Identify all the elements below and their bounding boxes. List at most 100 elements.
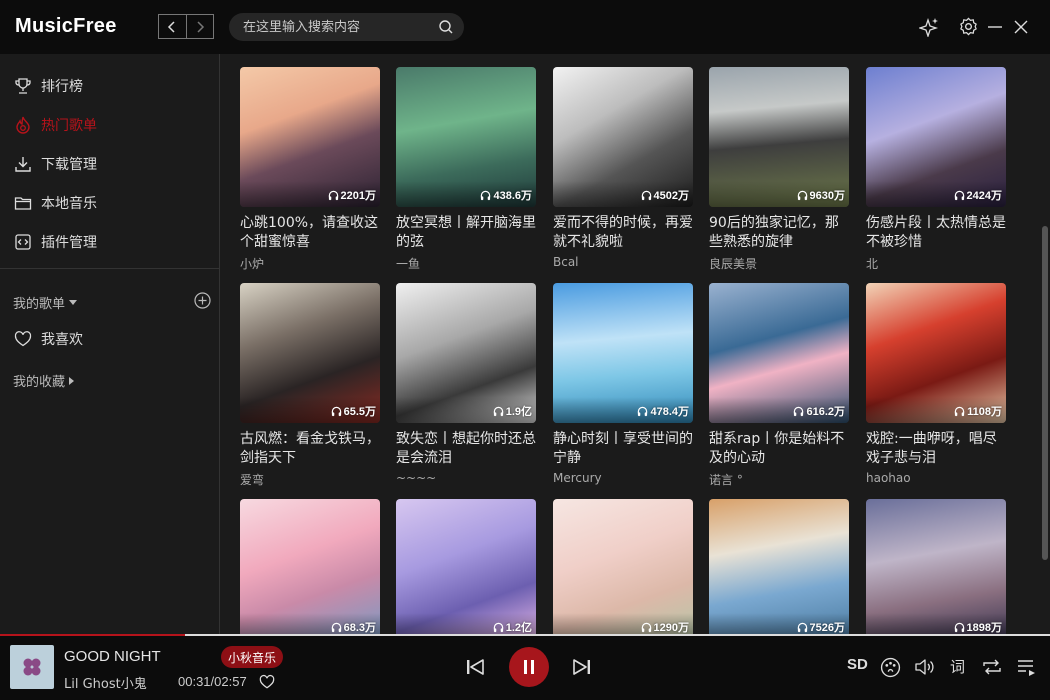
playlist-cover[interactable]: 2201万 — [240, 67, 380, 207]
gear-icon[interactable] — [959, 17, 978, 36]
play-count-value: 1108万 — [967, 406, 1002, 418]
close-icon[interactable] — [1013, 17, 1029, 37]
play-count: 9630万 — [797, 187, 845, 203]
playlist-title[interactable]: 古风燃：看金戈铁马，剑指天下 — [240, 430, 380, 468]
playlist-cover[interactable]: 616.2万 — [709, 283, 849, 423]
playlist-cover[interactable]: 65.5万 — [240, 283, 380, 423]
sidebar: 排行榜 热门歌单 下载管理 本地音乐 插件管理 我的歌单 我喜欢 我的收藏 — [0, 54, 220, 634]
playlist-card[interactable]: 4502万爱而不得的时候，再爱就不礼貌啦 Bcal — [553, 67, 693, 269]
headphones-icon — [641, 622, 651, 632]
playlist-cover[interactable]: 7526万 — [709, 499, 849, 634]
playlist-author[interactable]: haohao — [866, 471, 1006, 485]
previous-icon[interactable] — [466, 659, 484, 675]
playlist-card[interactable]: 1.2亿 — [396, 499, 536, 634]
sparkle-icon[interactable] — [919, 17, 939, 37]
playlist-card[interactable]: 478.4万静心时刻丨享受世间的宁静 Mercury — [553, 283, 693, 485]
playlist-card[interactable]: 616.2万甜系rap丨你是始料不及的心动诺言 ° — [709, 283, 849, 488]
playlist-card[interactable]: 9630万 90后的独家记忆，那些熟悉的旋律良辰美景 — [709, 67, 849, 272]
playlist-card[interactable]: 2201万心跳100%，请查收这个甜蜜惊喜小炉 — [240, 67, 380, 272]
playlist-title[interactable]: 甜系rap丨你是始料不及的心动 — [709, 430, 849, 468]
playlist-cover[interactable]: 1290万 — [553, 499, 693, 634]
album-cover[interactable] — [10, 645, 54, 689]
sidebar-item-charts[interactable]: 排行榜 — [0, 67, 219, 105]
sound-effect-icon[interactable] — [880, 657, 901, 678]
playlist-cover[interactable]: 478.4万 — [553, 283, 693, 423]
add-playlist-icon[interactable] — [194, 292, 211, 309]
search-input[interactable] — [243, 18, 433, 36]
sidebar-item-downloads[interactable]: 下载管理 — [0, 145, 219, 183]
playlist-card[interactable]: 1290万 — [553, 499, 693, 634]
my-playlists-toggle[interactable]: 我的歌单 — [13, 293, 78, 312]
lyric-button[interactable]: 词 — [950, 656, 965, 677]
minimize-icon[interactable] — [987, 17, 1003, 37]
playlist-cover[interactable]: 1108万 — [866, 283, 1006, 423]
play-count: 65.5万 — [331, 403, 376, 419]
playlist-author[interactable]: 爱弯 — [240, 471, 380, 488]
quality-button[interactable]: SD — [847, 656, 868, 673]
playlist-card[interactable]: 1898万 — [866, 499, 1006, 634]
headphones-icon — [493, 622, 503, 632]
playlist-title[interactable]: 静心时刻丨享受世间的宁静 — [553, 430, 693, 468]
playlist-title[interactable]: 90后的独家记忆，那些熟悉的旋律 — [709, 214, 849, 252]
playlist-cover[interactable]: 4502万 — [553, 67, 693, 207]
title-bar: MusicFree — [0, 0, 1050, 54]
like-icon[interactable] — [259, 674, 275, 690]
playlist-card[interactable]: 7526万 — [709, 499, 849, 634]
playlist-cover[interactable]: 9630万 — [709, 67, 849, 207]
playlist-title[interactable]: 心跳100%，请查收这个甜蜜惊喜 — [240, 214, 380, 252]
playlist-author[interactable]: ~~~~ — [396, 471, 536, 485]
sidebar-item-favorites[interactable]: 我喜欢 — [0, 320, 219, 358]
download-icon — [13, 154, 33, 174]
player-bar: GOOD NIGHT Lil Ghost小鬼 小秋音乐 00:31/02:57 … — [0, 634, 1050, 700]
pause-button[interactable] — [509, 647, 549, 687]
sidebar-item-local-music[interactable]: 本地音乐 — [0, 184, 219, 222]
back-button[interactable] — [159, 15, 186, 38]
playlist-card[interactable]: 1108万戏腔:一曲咿呀，唱尽戏子悲与泪 haohao — [866, 283, 1006, 485]
playlist-author[interactable]: 诺言 ° — [709, 471, 849, 488]
playlist-author[interactable]: Mercury — [553, 471, 693, 485]
playlist-author[interactable]: 良辰美景 — [709, 255, 849, 272]
playlist-card[interactable]: 68.3万 — [240, 499, 380, 634]
sidebar-item-hot-playlists[interactable]: 热门歌单 — [0, 106, 219, 144]
playlist-title[interactable]: 致失恋丨想起你时还总是会流泪 — [396, 430, 536, 468]
playlist-cover[interactable]: 1.2亿 — [396, 499, 536, 634]
song-title[interactable]: GOOD NIGHT — [64, 648, 161, 665]
playlist-cover[interactable]: 68.3万 — [240, 499, 380, 634]
next-icon[interactable] — [573, 659, 591, 675]
playlist-title[interactable]: 伤感片段丨太热情总是不被珍惜 — [866, 214, 1006, 252]
playlist-cover[interactable]: 1.9亿 — [396, 283, 536, 423]
playlist-icon[interactable] — [1017, 658, 1036, 676]
playlist-author[interactable]: 北 — [866, 255, 1006, 272]
my-collections-toggle[interactable]: 我的收藏 — [13, 371, 75, 390]
playlist-cover[interactable]: 2424万 — [866, 67, 1006, 207]
playlist-card[interactable]: 2424万伤感片段丨太热情总是不被珍惜北 — [866, 67, 1006, 272]
progress-bar[interactable] — [0, 634, 1050, 636]
playlist-author[interactable]: 小炉 — [240, 255, 380, 272]
sidebar-item-label: 排行榜 — [41, 79, 83, 95]
playlist-cover[interactable]: 1898万 — [866, 499, 1006, 634]
play-count-value: 1.9亿 — [505, 406, 532, 418]
playlist-title[interactable]: 戏腔:一曲咿呀，唱尽戏子悲与泪 — [866, 430, 1006, 468]
playlist-author[interactable]: 一鱼 — [396, 255, 536, 272]
history-nav — [158, 14, 214, 39]
sidebar-item-plugins[interactable]: 插件管理 — [0, 223, 219, 261]
progress-fill — [0, 634, 185, 636]
play-count: 4502万 — [641, 187, 689, 203]
playlist-cover[interactable]: 438.6万 — [396, 67, 536, 207]
volume-icon[interactable] — [914, 657, 936, 677]
forward-button[interactable] — [185, 15, 214, 38]
playlist-card[interactable]: 1.9亿致失恋丨想起你时还总是会流泪 ~~~~ — [396, 283, 536, 485]
search-icon[interactable] — [438, 19, 454, 35]
play-count-value: 438.6万 — [493, 190, 532, 202]
repeat-icon[interactable] — [982, 658, 1002, 676]
playlist-title[interactable]: 爱而不得的时候，再爱就不礼貌啦 — [553, 214, 693, 252]
album-art-icon — [23, 658, 41, 676]
playlist-title[interactable]: 放空冥想丨解开脑海里的弦 — [396, 214, 536, 252]
scrollbar[interactable] — [1042, 226, 1048, 560]
playlist-card[interactable]: 438.6万放空冥想丨解开脑海里的弦一鱼 — [396, 67, 536, 272]
back-icon — [168, 20, 175, 33]
play-count-value: 616.2万 — [806, 406, 845, 418]
headphones-icon — [794, 406, 804, 416]
playlist-author[interactable]: Bcal — [553, 255, 693, 269]
playlist-card[interactable]: 65.5万古风燃：看金戈铁马，剑指天下爱弯 — [240, 283, 380, 488]
